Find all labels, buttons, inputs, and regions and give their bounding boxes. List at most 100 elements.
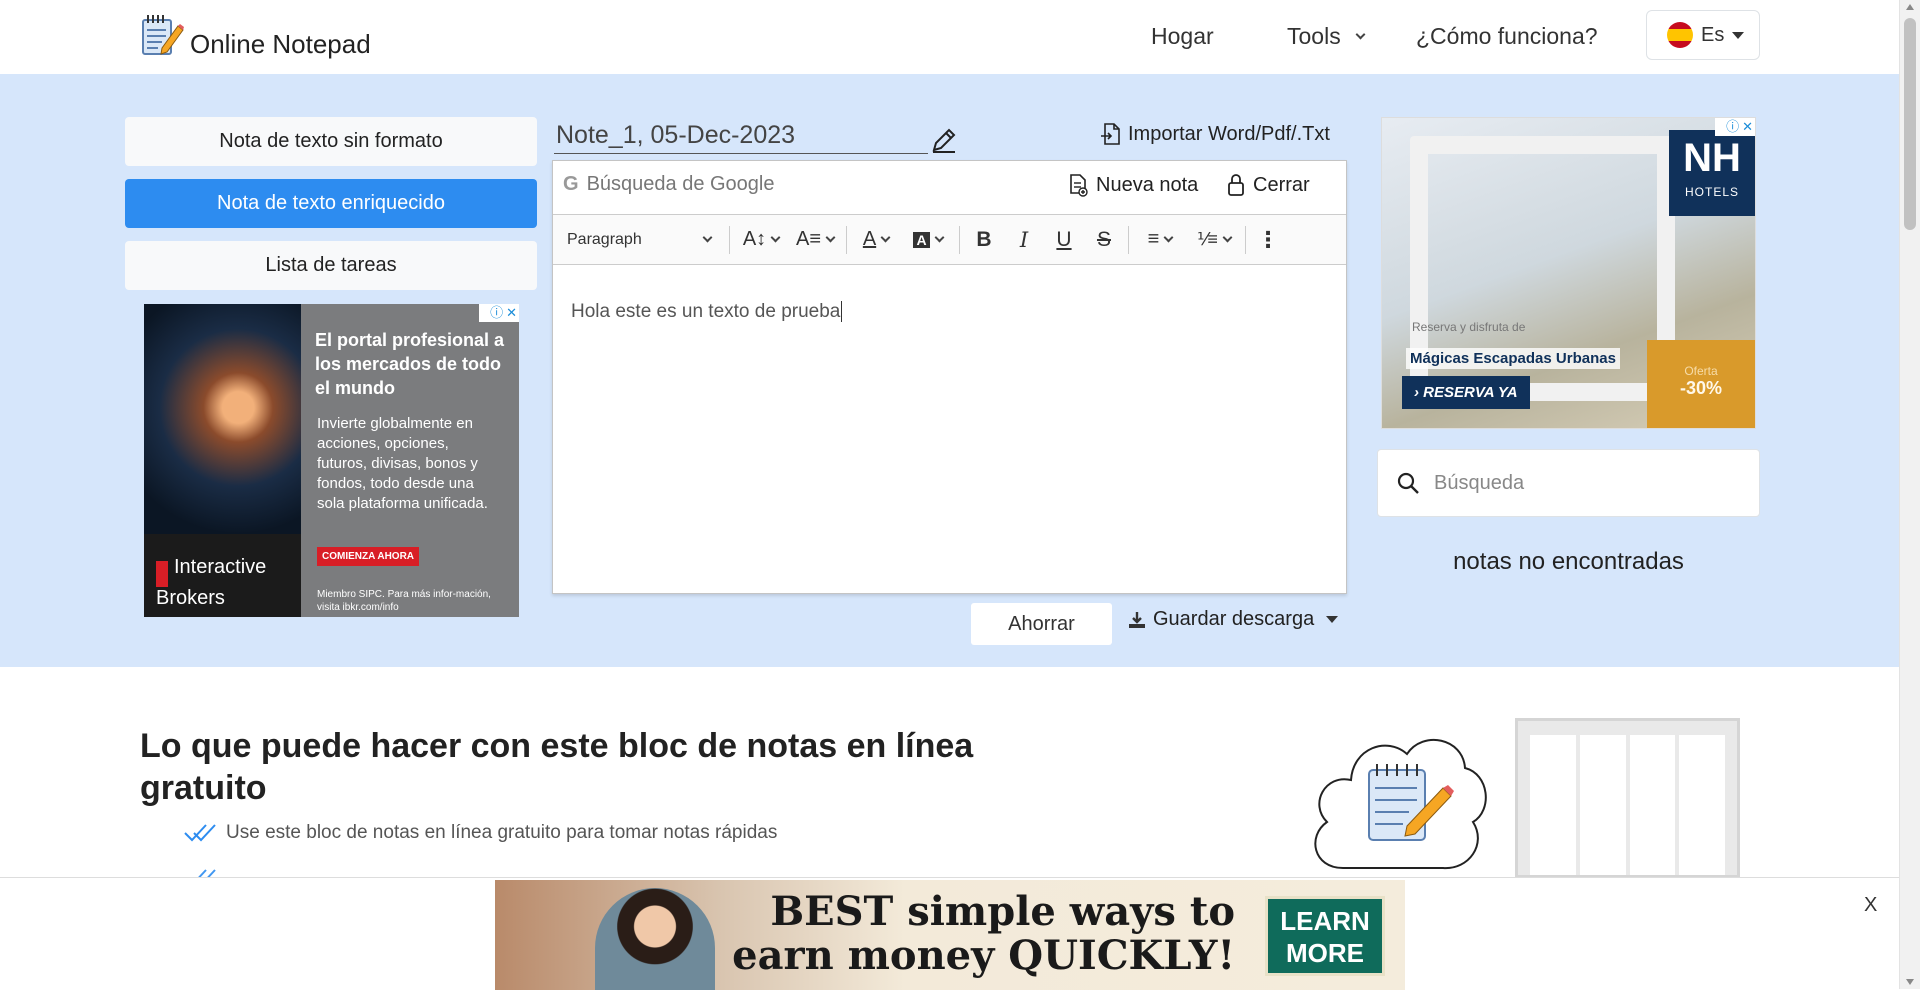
bottom-advertisement[interactable]: BEST simple ways to earn money QUICKLY! …	[495, 880, 1405, 990]
nav-home[interactable]: Hogar	[1151, 20, 1214, 52]
section-heading: Lo que puede hacer con este bloc de nota…	[140, 727, 974, 807]
chevron-down-icon	[702, 232, 713, 243]
close-lock-button[interactable]: Cerrar	[1227, 173, 1310, 197]
close-icon[interactable]: ✕	[506, 304, 517, 322]
scroll-thumb[interactable]	[1904, 18, 1916, 230]
lock-icon	[1228, 174, 1244, 196]
grid-cell	[1679, 735, 1725, 875]
highlight-color-dropdown[interactable]: A	[901, 222, 955, 258]
ad-left-body: Invierte globalmente en acciones, opcion…	[317, 415, 488, 512]
bottom-ad-bar: BEST simple ways to earn money QUICKLY! …	[0, 877, 1899, 990]
nh-logo-text: NH	[1683, 136, 1741, 180]
rich-text-editor: G Búsqueda de Google Nueva nota Cerrar P…	[552, 160, 1347, 594]
double-check-icon	[184, 824, 216, 842]
bold-button[interactable]: B	[964, 222, 1004, 258]
editor-content[interactable]: Hola este es un texto de prueba	[571, 301, 843, 323]
notes-empty-message: notas no encontradas	[1453, 548, 1684, 575]
highlight-color-icon: A	[913, 231, 930, 248]
nh-logo-sub: HOTELS	[1684, 185, 1739, 199]
language-selector[interactable]: Es	[1646, 10, 1760, 60]
font-size-dropdown[interactable]: A↕	[734, 222, 788, 258]
nav-tools[interactable]: Tools	[1287, 20, 1366, 52]
info-icon[interactable]: ⓘ	[490, 304, 503, 322]
more-vertical-icon: ⋮	[1257, 226, 1279, 252]
chevron-down-icon	[880, 232, 891, 243]
search-icon	[1397, 472, 1419, 494]
align-left-icon: ≡	[1147, 228, 1160, 250]
text-color-dropdown[interactable]: A	[851, 222, 901, 258]
grid-cell	[1530, 735, 1576, 875]
offer-label: Oferta	[1684, 364, 1718, 378]
toolbar-divider	[959, 225, 960, 254]
spain-flag-icon	[1667, 22, 1693, 48]
download-icon	[1129, 611, 1145, 628]
editor-text: Hola este es un texto de prueba	[571, 301, 841, 322]
chevron-down-icon	[1355, 29, 1366, 39]
ad-right-headline: Mágicas Escapadas Urbanas	[1406, 348, 1620, 369]
cloud-notepad-illustration	[1314, 738, 1487, 870]
feature-text: Use este bloc de notas en línea gratuito…	[226, 822, 778, 843]
chevron-down-icon	[825, 232, 836, 243]
font-size-icon: A↕	[742, 228, 767, 250]
info-icon[interactable]: ⓘ	[1726, 118, 1739, 136]
import-file-button[interactable]: Importar Word/Pdf/.Txt	[1100, 122, 1330, 146]
toolbar-divider	[1128, 225, 1129, 254]
font-family-dropdown[interactable]: A≡	[788, 222, 842, 258]
left-advertisement[interactable]: Interactive Brokers El portal profesiona…	[144, 304, 519, 617]
google-search-input[interactable]: G Búsqueda de Google	[563, 173, 775, 196]
strikethrough-button[interactable]: S	[1084, 222, 1124, 258]
list-dropdown[interactable]: ⅟≡	[1187, 222, 1241, 258]
chevron-down-icon	[1163, 232, 1174, 243]
new-note-icon	[1070, 174, 1088, 197]
ad-person-image	[595, 888, 715, 990]
ad-right-cta-label: RESERVA YA	[1423, 384, 1518, 401]
ad-left-cta[interactable]: COMIENZA AHORA	[317, 547, 420, 566]
font-family-icon: A≡	[795, 228, 821, 250]
plain-text-note-button[interactable]: Nota de texto sin formato	[125, 117, 537, 166]
more-options-button[interactable]: ⋮	[1250, 222, 1286, 258]
ad-choices[interactable]: ⓘ ✕	[1715, 118, 1755, 136]
bold-icon: B	[976, 227, 992, 251]
task-list-button[interactable]: Lista de tareas	[125, 241, 537, 290]
align-dropdown[interactable]: ≡	[1133, 222, 1187, 258]
notes-search-input[interactable]: Búsqueda	[1377, 449, 1760, 517]
ad-right-subline: Reserva y disfruta de	[1412, 320, 1526, 334]
paragraph-select[interactable]: Paragraph	[553, 222, 725, 258]
toolbar-divider	[846, 225, 847, 254]
save-button[interactable]: Ahorrar	[971, 603, 1112, 645]
close-icon[interactable]: ✕	[1742, 118, 1753, 136]
ad-choices[interactable]: ⓘ ✕	[479, 304, 519, 322]
grid-cell	[1629, 735, 1676, 875]
toolbar-divider	[1245, 225, 1246, 254]
ad-globe-image	[144, 304, 301, 534]
notepad-logo-icon	[142, 15, 184, 55]
ad-brand-logo: Interactive Brokers	[144, 534, 301, 617]
bottom-ad-cta[interactable]: LEARN MORE	[1265, 896, 1385, 976]
grid-illustration	[1515, 718, 1740, 878]
note-title-field[interactable]: Note_1, 05-Dec-2023	[554, 118, 928, 154]
chevron-down-icon	[770, 232, 781, 243]
import-label: Importar Word/Pdf/.Txt	[1128, 122, 1330, 145]
scroll-down-arrow-icon[interactable]	[1906, 979, 1914, 985]
pencil-edit-icon[interactable]	[930, 126, 958, 154]
underline-button[interactable]: U	[1044, 222, 1084, 258]
ad-right-cta[interactable]: › RESERVA YA	[1402, 376, 1530, 409]
right-advertisement[interactable]: NH HOTELS Reserva y disfruta de Mágicas …	[1381, 117, 1756, 429]
scroll-up-arrow-icon[interactable]	[1906, 4, 1914, 10]
new-note-button[interactable]: Nueva nota	[1068, 173, 1198, 197]
google-g-icon: G	[563, 173, 579, 195]
page-scrollbar[interactable]	[1899, 0, 1920, 989]
brand-logo[interactable]: Online Notepad	[140, 12, 371, 59]
ad-left-footer: Miembro SIPC. Para más infor-mación, vis…	[317, 589, 491, 613]
bottom-ad-close-button[interactable]: X	[1864, 894, 1877, 917]
nav-how-it-works[interactable]: ¿Cómo funciona?	[1416, 20, 1598, 52]
italic-button[interactable]: I	[1004, 222, 1044, 258]
numbered-list-icon: ⅟≡	[1197, 229, 1218, 249]
rich-text-note-button[interactable]: Nota de texto enriquecido	[125, 179, 537, 228]
paragraph-select-label: Paragraph	[567, 230, 642, 248]
chevron-down-icon	[1222, 232, 1233, 243]
language-label: Es	[1701, 23, 1725, 46]
nh-hotels-logo: NH HOTELS	[1669, 130, 1755, 216]
save-download-dropdown[interactable]: Guardar descarga	[1127, 608, 1339, 631]
grid-cell	[1579, 735, 1626, 875]
